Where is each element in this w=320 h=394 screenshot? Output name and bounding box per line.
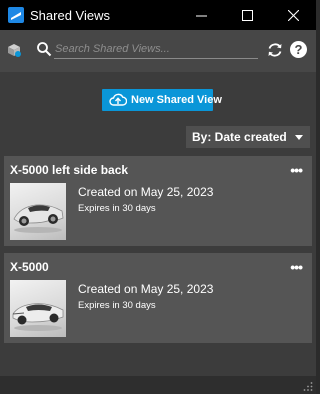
close-icon bbox=[287, 9, 299, 21]
shared-view-title: X-5000 left side back bbox=[10, 163, 129, 177]
cloud-upload-icon bbox=[109, 93, 127, 106]
shared-view-thumbnail bbox=[10, 183, 66, 240]
shared-view-card[interactable]: X-5000 left side back ••• Created on May… bbox=[4, 156, 312, 246]
search-icon bbox=[37, 42, 52, 57]
new-shared-view-button[interactable]: New Shared View bbox=[102, 89, 222, 111]
resize-grip-icon[interactable] bbox=[303, 381, 313, 391]
more-options-icon[interactable]: ••• bbox=[290, 162, 303, 178]
created-date: Created on May 25, 2023 bbox=[78, 282, 214, 296]
more-options-icon[interactable]: ••• bbox=[290, 259, 303, 275]
expiry-text: Expires in 30 days bbox=[78, 300, 156, 311]
title-bar: Shared Views bbox=[0, 0, 316, 30]
created-date: Created on May 25, 2023 bbox=[78, 185, 214, 199]
minimize-icon bbox=[195, 15, 207, 16]
shared-view-thumbnail bbox=[10, 280, 66, 337]
chevron-down-icon bbox=[295, 135, 303, 140]
sort-dropdown[interactable]: By: Date created bbox=[186, 126, 310, 148]
app-icon bbox=[8, 7, 24, 23]
search-input[interactable] bbox=[54, 39, 258, 59]
status-bar bbox=[0, 376, 316, 394]
window-title: Shared Views bbox=[30, 8, 110, 23]
shared-views-window: Shared Views Search Shared Views... ? Ne… bbox=[0, 0, 316, 394]
expiry-text: Expires in 30 days bbox=[78, 203, 156, 214]
new-shared-view-label: New Shared View bbox=[131, 94, 222, 106]
shared-view-title: X-5000 bbox=[10, 260, 49, 274]
maximize-icon bbox=[241, 9, 253, 21]
shared-view-card[interactable]: X-5000 ••• Created on May 25, 2023 Expir… bbox=[4, 253, 312, 343]
model-view-icon[interactable] bbox=[6, 42, 22, 58]
refresh-icon[interactable] bbox=[266, 41, 284, 59]
close-button[interactable] bbox=[270, 0, 316, 30]
maximize-button[interactable] bbox=[224, 0, 270, 30]
toolbar: ? bbox=[0, 30, 316, 72]
minimize-button[interactable] bbox=[178, 0, 224, 30]
sort-label: By: Date created bbox=[192, 130, 287, 144]
help-icon[interactable]: ? bbox=[290, 41, 307, 58]
